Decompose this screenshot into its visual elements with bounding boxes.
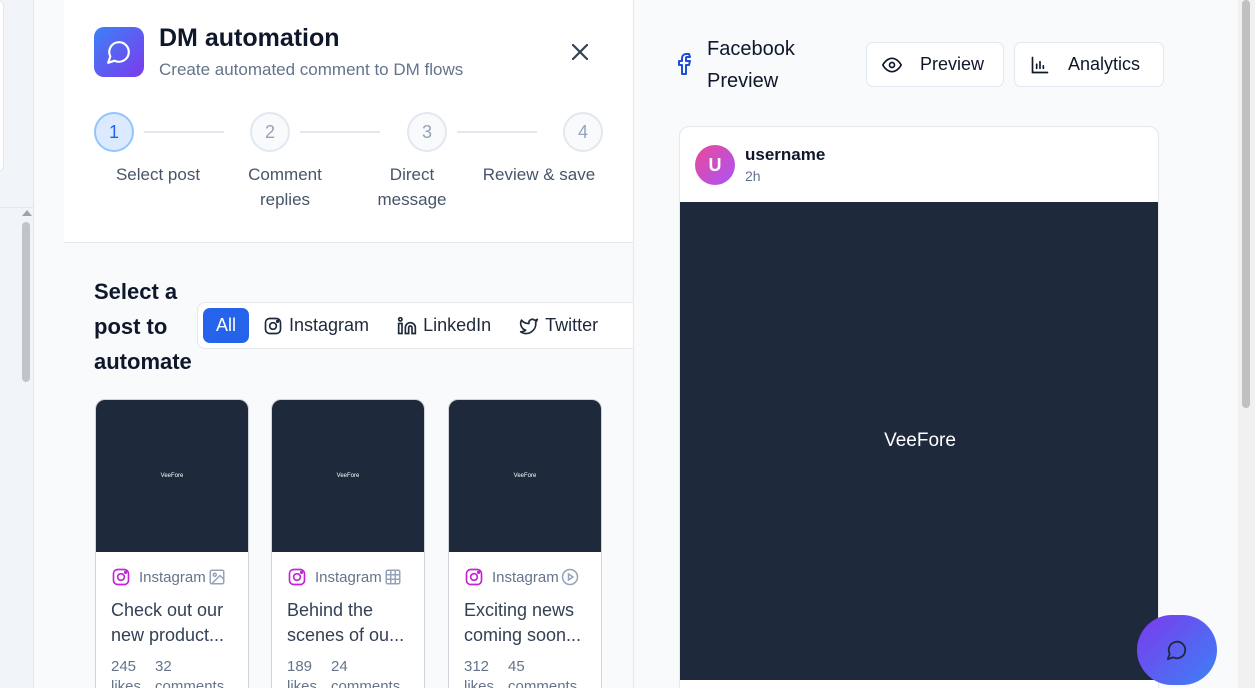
post-time: 2h <box>745 168 761 184</box>
post-thumbnail: VeeFore <box>272 400 424 552</box>
analytics-button[interactable]: Analytics <box>1014 42 1164 87</box>
post-comments: 32 <box>155 658 172 675</box>
background-scrollbar[interactable] <box>20 208 34 688</box>
step-2-circle[interactable]: 2 <box>250 112 290 152</box>
eye-icon <box>882 56 902 73</box>
facebook-preview-panel: Facebook Preview Preview Analytics U use… <box>634 0 1238 688</box>
filter-label: LinkedIn <box>423 315 492 335</box>
post-likes: 312 <box>464 658 490 675</box>
instagram-icon <box>288 568 306 586</box>
likes-unit: likes <box>287 678 318 688</box>
step-4-circle[interactable]: 4 <box>563 112 603 152</box>
post-thumbnail: VeeFore <box>96 400 248 552</box>
page-scrollbar[interactable] <box>1238 0 1255 688</box>
post-thumbnail: VeeFore <box>449 400 601 552</box>
instagram-icon <box>465 568 483 586</box>
scroll-up-arrow-icon[interactable] <box>22 210 32 216</box>
image-icon <box>209 569 225 585</box>
instagram-icon <box>264 317 282 334</box>
twitter-icon <box>519 318 539 334</box>
background-card <box>0 0 4 172</box>
step-connector <box>457 131 537 133</box>
filter-instagram[interactable]: Instagram <box>249 308 383 343</box>
post-meta: Instagram <box>464 567 579 587</box>
post-card[interactable]: VeeFore Instagram Check out our new prod… <box>95 399 249 688</box>
post-platform: Instagram <box>492 568 559 586</box>
comments-unit: comments <box>508 678 578 688</box>
post-meta: Instagram <box>287 567 402 587</box>
post-comments: 45 <box>508 658 525 675</box>
facebook-icon <box>678 53 691 75</box>
preview-button[interactable]: Preview <box>866 42 1004 87</box>
play-icon <box>561 568 578 586</box>
step-2-label: Comment replies <box>248 165 322 209</box>
instagram-icon <box>112 568 130 586</box>
preview-button-label: Preview <box>920 54 985 74</box>
post-stats: 189 likes 24 comments <box>287 657 400 688</box>
post-likes: 189 <box>287 658 313 675</box>
filter-all[interactable]: All <box>203 308 250 343</box>
comments-unit: comments <box>155 678 225 688</box>
section-title: Select a post to automate <box>94 279 192 374</box>
modal-subtitle: Create automated comment to DM flows <box>159 60 464 79</box>
step-3-circle[interactable]: 3 <box>407 112 447 152</box>
step-1-circle[interactable]: 1 <box>94 112 134 152</box>
facebook-post-preview: U username 2h VeeFore <box>679 126 1159 688</box>
scrollbar-thumb[interactable] <box>1242 0 1250 408</box>
preview-image: VeeFore <box>680 202 1158 680</box>
filter-label: All <box>216 315 237 335</box>
linkedin-icon <box>397 316 417 334</box>
chat-bubble-icon <box>94 27 144 77</box>
post-card[interactable]: VeeFore Instagram Exciting news coming s… <box>448 399 602 688</box>
post-caption: Exciting news coming soon... <box>464 600 582 645</box>
grid-icon <box>385 569 401 585</box>
filter-label: Twitter <box>545 315 599 335</box>
close-button[interactable] <box>568 40 592 64</box>
post-stats: 245 likes 32 comments <box>111 657 224 688</box>
step-1-label: Select post <box>115 165 201 184</box>
avatar: U <box>695 145 735 185</box>
likes-unit: likes <box>464 678 495 688</box>
post-likes: 245 <box>111 658 137 675</box>
modal-title: DM automation <box>159 24 340 52</box>
app-root: DM automation Create automated comment t… <box>0 0 1255 688</box>
post-platform: Instagram <box>315 568 382 586</box>
post-caption: Behind the scenes of ou... <box>287 600 405 645</box>
username: username <box>745 145 826 164</box>
post-card[interactable]: VeeFore Instagram Behind the scenes of o… <box>271 399 425 688</box>
close-icon <box>571 43 589 61</box>
bar-chart-icon <box>1031 56 1049 73</box>
likes-unit: likes <box>111 678 142 688</box>
preview-title: Facebook Preview <box>707 38 795 92</box>
step-connector <box>300 131 380 133</box>
post-meta: Instagram <box>111 567 226 587</box>
post-caption: Check out our new product... <box>111 600 225 645</box>
post-comments: 24 <box>331 658 348 675</box>
filter-linkedin[interactable]: LinkedIn <box>383 308 505 343</box>
filter-label: Instagram <box>289 315 370 335</box>
chat-support-button[interactable] <box>1137 615 1217 685</box>
post-platform: Instagram <box>139 568 206 586</box>
step-3-label: Direct message <box>377 165 447 209</box>
post-stats: 312 likes 45 comments <box>464 657 577 688</box>
platform-filter-bar: All Instagram LinkedIn Twitter <box>197 302 633 349</box>
dm-automation-modal: DM automation Create automated comment t… <box>64 0 634 688</box>
comments-unit: comments <box>331 678 401 688</box>
filter-twitter[interactable]: Twitter <box>505 308 612 343</box>
chat-bubble-icon <box>1166 640 1187 661</box>
step-connector <box>144 131 224 133</box>
scrollbar-thumb[interactable] <box>22 222 30 382</box>
step-4-label: Review & save <box>482 165 596 184</box>
analytics-button-label: Analytics <box>1068 54 1141 74</box>
